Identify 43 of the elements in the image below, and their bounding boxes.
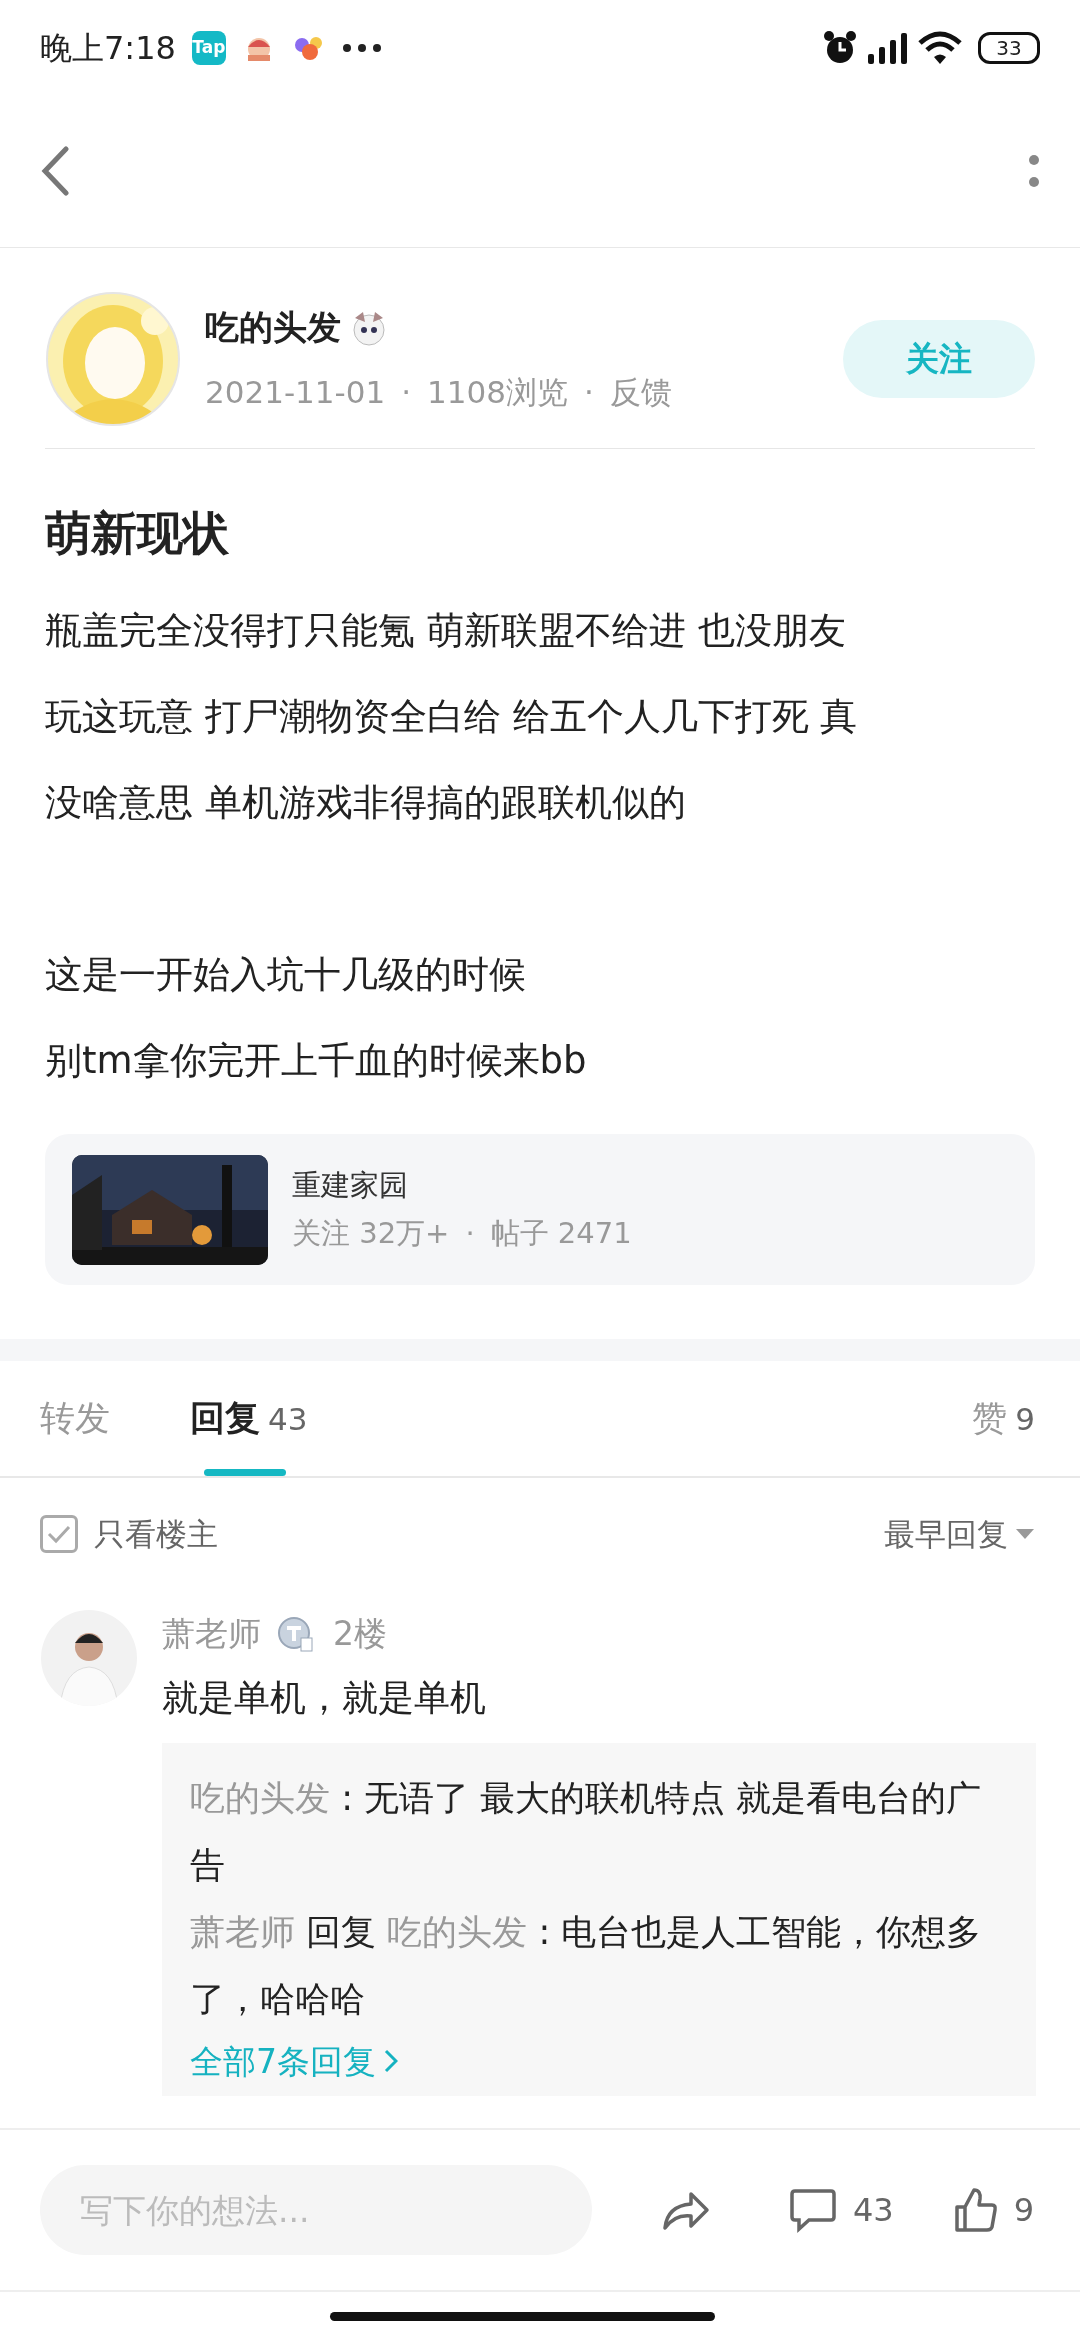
alarm-icon	[822, 29, 858, 66]
post-count: 帖子 2471	[490, 1214, 632, 1252]
tab[interactable]: 赞 9	[972, 1361, 1035, 1476]
post-title: 萌新现状	[45, 505, 230, 562]
post-text-line: 玩这玩意 打尸潮物资全白给 给五个人几下打死 真	[45, 694, 858, 740]
post-text-line: 瓶盖完全没得打只能氪 萌新联盟不给进 也没朋友	[45, 608, 846, 654]
follower-count: 关注 32万+	[292, 1214, 450, 1252]
status-time: 晚上7:18	[40, 27, 176, 69]
app-icon: Tap	[191, 30, 226, 65]
level-badge-icon	[277, 1615, 313, 1652]
game-name: 重建家园	[292, 1167, 409, 1204]
like-button[interactable]: 9	[947, 2185, 1040, 2235]
view-count: 1108浏览	[427, 373, 568, 413]
more-options-icon[interactable]	[1028, 154, 1040, 188]
battery-indicator: 33	[978, 31, 1040, 64]
more-icon	[341, 42, 382, 53]
floor-number: 2楼	[333, 1613, 387, 1655]
thumbs-up-icon	[953, 2187, 998, 2233]
post-text-line: 这是一开始入坑十几级的时候	[45, 952, 526, 998]
author-name[interactable]: 吃的头发	[205, 302, 341, 354]
dot-separator: ·	[583, 373, 594, 413]
checkbox-label: 只看楼主	[94, 1514, 218, 1554]
caret-icon	[1016, 1529, 1034, 1539]
comment-input[interactable]: 写下你的想法...	[40, 2165, 592, 2255]
sort-dropdown[interactable]: 最早回复	[878, 1509, 1040, 1559]
comment-text: 就是单机，就是单机	[162, 1675, 487, 1720]
wifi-icon	[918, 30, 962, 65]
reply-text: 吃的头发 : 无语了 最大的联机特点 就是看电台的广告	[190, 1776, 983, 1887]
dot-separator: ·	[465, 1214, 475, 1252]
post-text-line: 别tm拿你完开上千血的时候来bb	[45, 1038, 587, 1084]
signal-icon	[866, 31, 910, 64]
game-card[interactable]: 重建家园 关注 32万+ · 帖子 2471	[45, 1134, 1035, 1285]
checkbox[interactable]	[40, 1515, 78, 1553]
back-icon[interactable]	[40, 146, 70, 196]
dot-separator: ·	[401, 373, 412, 413]
reply-text: 萧老师 回复 吃的头发 : 电台也是人工智能，你想多了，哈哈哈	[190, 1910, 983, 2021]
comment-icon	[788, 2187, 837, 2233]
comment-button[interactable]: 43	[782, 2185, 900, 2235]
check-icon	[47, 1524, 71, 1544]
chevron-right-icon	[384, 2049, 398, 2074]
post-date: 2021-11-01	[205, 373, 386, 413]
post-text-line: 没啥意思 单机游戏非得搞的跟联机似的	[45, 780, 686, 826]
tab[interactable]: 回复 43	[190, 1361, 308, 1476]
